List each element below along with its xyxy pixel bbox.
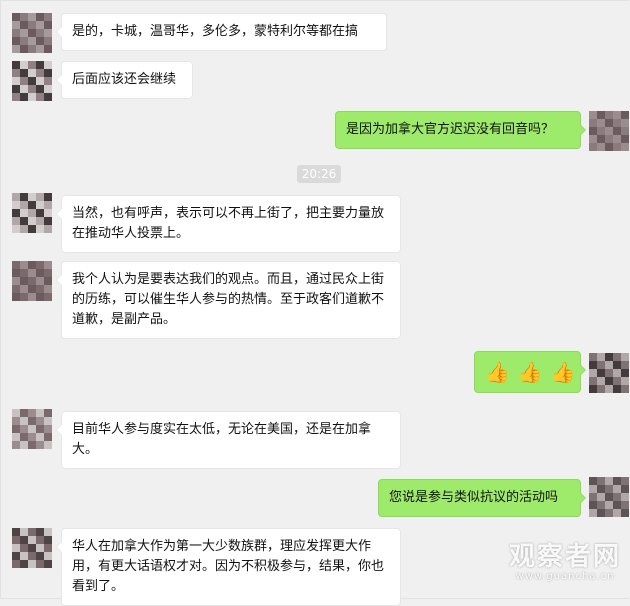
watermark-name: 观察者网 [508,542,621,572]
incoming-message[interactable]: 华人在加拿大作为第一大少数族群，理应发挥更大作用，有更大话语权才对。因为不积极参… [56,528,401,606]
incoming-message[interactable]: 目前华人参与度实在太低，无论在美国，还是在加拿大。 [56,411,401,469]
contact-avatar[interactable] [12,13,52,53]
contact-avatar[interactable] [12,409,52,449]
watermark-url: www.guancha.cn [515,571,615,582]
self-avatar[interactable] [589,477,629,517]
outgoing-message[interactable]: 👍 👍 👍 [474,351,586,393]
incoming-message[interactable]: 我个人认为是要表达我们的观点。而且，通过民众上街的历练，可以催生华人参与的热情。… [56,261,401,339]
message-text: 是因为加拿大官方迟迟没有回音吗？ [346,122,555,137]
outgoing-message[interactable]: 您说是参与类似抗议的活动吗 [378,479,586,517]
message-text: 后面应该还会继续 [72,72,177,87]
thumbs-up-icon: 👍 [517,360,543,384]
incoming-message[interactable]: 当然，也有呼声，表示可以不再上街了，把主要力量放在推动华人投票上。 [56,195,401,253]
message-text: 我个人认为是要表达我们的观点。而且，通过民众上街的历练，可以催生华人参与的热情。… [72,272,385,327]
contact-avatar[interactable] [12,528,52,568]
message-text: 当然，也有呼声，表示可以不再上街了，把主要力量放在推动华人投票上。 [72,206,385,241]
incoming-message[interactable]: 是的，卡城，温哥华，多伦多，蒙特利尔等都在搞 [56,13,387,51]
self-avatar[interactable] [589,353,629,393]
contact-avatar[interactable] [12,261,52,301]
thumbs-up-icon: 👍 [550,360,576,384]
watermark: 观察者网 www.guancha.cn [509,536,621,582]
message-text: 是的，卡城，温哥华，多伦多，蒙特利尔等都在搞 [72,24,359,39]
thumbs-up-icon: 👍 [485,360,510,384]
message-text: 华人在加拿大作为第一大少数族群，理应发挥更大作用，有更大话语权才对。因为不积极参… [72,539,385,594]
self-avatar[interactable] [589,111,629,151]
contact-avatar[interactable] [12,61,52,101]
incoming-message[interactable]: 后面应该还会继续 [56,61,193,99]
contact-avatar[interactable] [12,193,52,233]
message-text: 目前华人参与度实在太低，无论在美国，还是在加拿大。 [72,422,372,457]
outgoing-message[interactable]: 是因为加拿大官方迟迟没有回音吗？ [335,111,586,149]
chat-window: 是的，卡城，温哥华，多伦多，蒙特利尔等都在搞 后面应该还会继续 是因为加拿大官方… [0,0,629,606]
message-text: 您说是参与类似抗议的活动吗 [389,490,559,505]
timestamp: 20:26 [297,165,341,183]
